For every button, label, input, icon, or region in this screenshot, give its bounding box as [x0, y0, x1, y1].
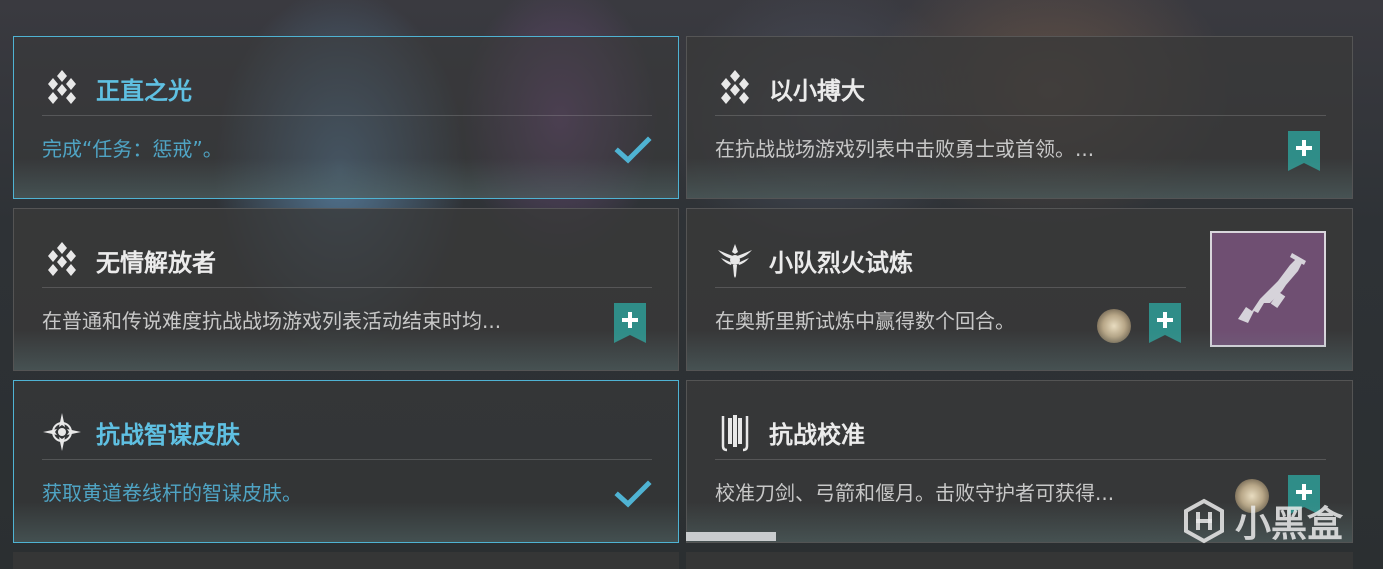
xiaoheihe-logo-icon: [1183, 498, 1224, 544]
track-bookmark-button[interactable]: [614, 303, 646, 343]
triumph-card-underdog[interactable]: 以小搏大 在抗战战场游戏列表中击败勇士或首领。...: [686, 36, 1353, 199]
checkmark-icon: [614, 136, 652, 164]
card-header: 以小搏大: [715, 63, 1326, 113]
card-description: 校准刀剑、弓箭和偃月。击败守护者可获得...: [715, 481, 1115, 505]
triumph-card-relentless-liberator[interactable]: 无情解放者 在普通和传说难度抗战战场游戏列表活动结束时均...: [13, 208, 679, 371]
horizontal-scroll-thumb[interactable]: [686, 532, 776, 541]
card-description: 在奥斯里斯试炼中赢得数个回合。: [715, 309, 1015, 333]
divider: [42, 115, 652, 116]
compass-star-icon: [42, 412, 82, 452]
card-description: 获取黄道卷线杆的智谋皮肤。: [42, 481, 302, 505]
engram-reward-icon: [1097, 309, 1131, 343]
triumph-card-ornament[interactable]: 抗战智谋皮肤 获取黄道卷线杆的智谋皮肤。: [13, 380, 679, 543]
card-title: 小队烈火试炼: [769, 248, 913, 277]
triumph-card-fireteam-trial[interactable]: 小队烈火试炼 在奥斯里斯试炼中赢得数个回合。: [686, 208, 1353, 371]
divider: [715, 287, 1186, 288]
next-card-row: [686, 552, 1353, 569]
card-description: 完成“任务：惩戒”。: [42, 137, 223, 161]
card-title: 抗战校准: [769, 420, 865, 449]
card-header: 小队烈火试炼: [715, 235, 1182, 285]
divider: [715, 115, 1326, 116]
divider: [42, 287, 652, 288]
diamond-cluster-icon: [42, 240, 82, 280]
card-title: 正直之光: [96, 76, 192, 105]
trials-emblem-icon: [715, 240, 755, 280]
card-header: 抗战智谋皮肤: [42, 407, 652, 457]
track-bookmark-button[interactable]: [1288, 131, 1320, 171]
diamond-cluster-icon: [715, 68, 755, 108]
card-header: 抗战校准: [715, 407, 1326, 457]
divider: [42, 459, 652, 460]
card-title: 以小搏大: [769, 76, 865, 105]
triumph-card-upright-light[interactable]: 正直之光 完成“任务：惩戒”。: [13, 36, 679, 199]
watermark-text: 小黑盒: [1234, 504, 1343, 545]
checkmark-icon: [614, 480, 652, 508]
next-card-row: [13, 552, 679, 569]
weapon-rack-icon: [715, 412, 755, 452]
card-title: 抗战智谋皮肤: [96, 420, 240, 449]
diamond-cluster-icon: [42, 68, 82, 108]
weapon-reward-icon[interactable]: [1210, 231, 1326, 347]
watermark: 小黑盒: [1181, 495, 1343, 547]
card-header: 无情解放者: [42, 235, 652, 285]
divider: [715, 459, 1326, 460]
card-description: 在普通和传说难度抗战战场游戏列表活动结束时均...: [42, 309, 502, 333]
card-header: 正直之光: [42, 63, 652, 113]
card-title: 无情解放者: [96, 248, 216, 277]
track-bookmark-button[interactable]: [1149, 303, 1181, 343]
card-description: 在抗战战场游戏列表中击败勇士或首领。...: [715, 137, 1095, 161]
